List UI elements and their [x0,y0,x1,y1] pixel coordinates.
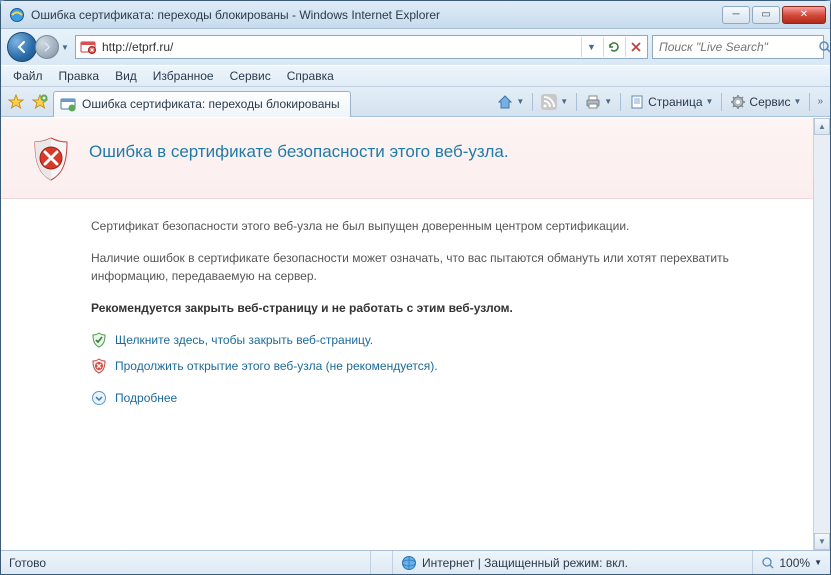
status-text: Готово [1,551,371,574]
window-title: Ошибка сертификата: переходы блокированы… [31,8,722,22]
continue-link[interactable]: Продолжить открытие этого веб-узла (не р… [91,357,800,375]
menu-file[interactable]: Файл [5,67,51,85]
certificate-error-page: Ошибка в сертификате безопасности этого … [1,118,830,435]
zoom-dropdown-icon[interactable]: ▼ [814,558,822,567]
address-dropdown[interactable]: ▼ [581,37,601,57]
search-input[interactable] [655,39,818,55]
security-zone[interactable]: Интернет | Защищенный режим: вкл. [393,551,753,574]
search-box[interactable] [652,35,824,59]
address-bar[interactable]: ▼ [75,35,648,59]
status-ready-label: Готово [9,556,46,570]
warn-shield-icon [91,358,107,374]
url-input[interactable] [100,39,579,55]
window-controls: ─ ▭ ✕ [722,6,826,24]
forward-button[interactable] [35,35,59,59]
zoom-control[interactable]: 100% ▼ [753,556,830,570]
expand-icon [91,390,107,406]
menu-view[interactable]: Вид [107,67,145,85]
cert-body: Сертификат безопасности этого веб-узла н… [1,199,830,435]
stop-button[interactable] [625,37,645,57]
tools-menu-button[interactable]: Сервис▼ [726,91,805,113]
command-overflow-button[interactable]: » [814,96,826,107]
feeds-button[interactable]: ▼ [537,91,572,113]
continue-link-text: Продолжить открытие этого веб-узла (не р… [115,357,438,375]
cert-banner: Ошибка в сертификате безопасности этого … [1,118,830,199]
menu-bar: Файл Правка Вид Избранное Сервис Справка [1,65,830,87]
recent-pages-dropdown[interactable]: ▼ [59,35,71,59]
zoom-level: 100% [779,556,810,570]
ie-logo-icon [9,7,25,23]
favorites-center-button[interactable] [5,91,27,113]
search-icon[interactable] [818,38,831,56]
more-info-text: Подробнее [115,389,177,407]
command-bar: Ошибка сертификата: переходы блокированы… [1,87,830,117]
close-page-link[interactable]: Щелкните здесь, чтобы закрыть веб-страни… [91,331,800,349]
home-button[interactable]: ▼ [493,91,528,113]
vertical-scrollbar[interactable]: ▲ ▼ [813,118,830,550]
tab-cert-error-icon [60,96,76,112]
cert-message-2: Наличие ошибок в сертификате безопасност… [91,249,800,285]
menu-tools[interactable]: Сервис [222,67,279,85]
maximize-button[interactable]: ▭ [752,6,780,24]
close-button[interactable]: ✕ [782,6,826,24]
minimize-button[interactable]: ─ [722,6,750,24]
content-area: Ошибка в сертификате безопасности этого … [1,117,830,550]
menu-favorites[interactable]: Избранное [145,67,222,85]
nav-back-forward: ▼ [7,32,71,62]
cert-recommendation: Рекомендуется закрыть веб-страницу и не … [91,299,800,317]
scroll-track[interactable] [814,135,830,533]
tab-title: Ошибка сертификата: переходы блокированы [82,97,340,111]
page-menu-label: Страница [648,95,702,109]
status-icon-slot [371,551,393,574]
more-info-toggle[interactable]: Подробнее [91,389,800,407]
internet-zone-icon [401,555,417,571]
back-button[interactable] [7,32,37,62]
cert-error-icon [80,39,96,55]
status-bar: Готово Интернет | Защищенный режим: вкл.… [1,550,830,574]
refresh-button[interactable] [603,37,623,57]
zoom-icon [761,556,775,570]
ie-window: Ошибка сертификата: переходы блокированы… [0,0,831,575]
ok-shield-icon [91,332,107,348]
shield-error-icon [31,136,71,182]
tools-menu-label: Сервис [749,95,790,109]
close-page-link-text: Щелкните здесь, чтобы закрыть веб-страни… [115,331,373,349]
page-menu-button[interactable]: Страница▼ [625,91,717,113]
scroll-up-button[interactable]: ▲ [814,118,830,135]
title-bar: Ошибка сертификата: переходы блокированы… [1,1,830,29]
add-favorites-button[interactable] [29,91,51,113]
cert-message-1: Сертификат безопасности этого веб-узла н… [91,217,800,235]
navigation-bar: ▼ ▼ [1,29,830,65]
print-button[interactable]: ▼ [581,91,616,113]
security-zone-text: Интернет | Защищенный режим: вкл. [422,556,628,570]
command-buttons: ▼ ▼ ▼ Страница▼ Сервис▼ » [493,91,826,113]
scroll-down-button[interactable]: ▼ [814,533,830,550]
menu-edit[interactable]: Правка [51,67,108,85]
browser-tab[interactable]: Ошибка сертификата: переходы блокированы [53,91,351,117]
cert-heading: Ошибка в сертификате безопасности этого … [89,142,509,162]
menu-help[interactable]: Справка [279,67,342,85]
